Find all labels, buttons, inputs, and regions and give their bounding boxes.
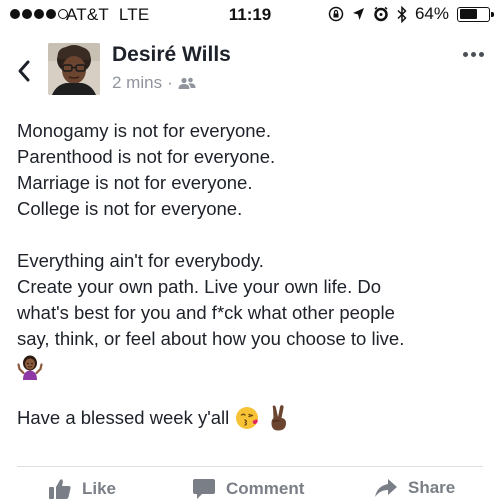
more-dot-icon — [463, 52, 468, 57]
alarm-clock-icon — [374, 6, 388, 22]
rotation-lock-icon — [328, 6, 344, 22]
friends-icon — [178, 77, 196, 89]
location-arrow-icon — [352, 8, 364, 20]
post-timestamp[interactable]: 2 mins — [112, 73, 162, 93]
post-text-line: College is not for everyone. — [17, 198, 243, 219]
woman-shrugging-emoji — [17, 355, 43, 380]
closing-text: Have a blessed week y'all — [17, 407, 230, 428]
more-options-button[interactable] — [459, 48, 488, 61]
profile-photo — [48, 43, 100, 95]
share-label: Share — [408, 478, 456, 497]
author-name[interactable]: Desiré Wills — [112, 43, 231, 67]
more-dot-icon — [479, 52, 484, 57]
post-text-line: Parenthood is not for everyone. — [17, 146, 276, 167]
post-text-line: Create your own path. Live your own life… — [17, 276, 382, 297]
comment-label: Comment — [226, 479, 305, 498]
victory-hand-emoji — [271, 405, 287, 431]
action-divider — [17, 466, 483, 467]
battery-level — [459, 9, 478, 19]
emoji-line — [17, 352, 487, 382]
like-button[interactable]: Like — [48, 478, 116, 500]
back-button[interactable] — [10, 56, 38, 86]
post-text-line: Marriage is not for everyone. — [17, 172, 253, 193]
post-screen: AT&T LTE 11:19 64% Desiré Wills 2 mins ·… — [0, 0, 500, 500]
face-blowing-kiss-emoji — [236, 407, 259, 429]
post-text-line: say, think, or feel about how you choose… — [17, 328, 405, 349]
post-text-line: what's best for you and f*ck what other … — [17, 302, 395, 323]
battery-icon — [457, 6, 494, 22]
like-label: Like — [82, 479, 117, 498]
status-bar: AT&T LTE 11:19 64% — [0, 0, 500, 30]
post-body: Monogamy is not for everyone. Parenthood… — [17, 118, 487, 432]
comment-button[interactable]: Comment — [192, 478, 304, 500]
meta-separator: · — [167, 73, 173, 92]
more-dot-icon — [471, 52, 476, 57]
post-text-line: Everything ain't for everybody. — [17, 250, 264, 271]
avatar[interactable] — [48, 43, 100, 95]
share-button[interactable]: Share — [374, 478, 455, 498]
bluetooth-icon — [397, 5, 407, 23]
post-meta: 2 mins · — [112, 73, 196, 93]
share-arrow-icon — [375, 479, 397, 497]
status-icons: 64% — [328, 4, 494, 24]
battery-percent: 64% — [414, 4, 449, 23]
chevron-left-icon — [18, 60, 30, 82]
post-text-line: Monogamy is not for everyone. — [17, 120, 271, 141]
comment-icon — [193, 479, 215, 499]
action-bar: Like Comment Share — [0, 478, 500, 500]
closing-line: Have a blessed week y'all — [17, 404, 487, 432]
thumbs-up-icon — [49, 479, 71, 499]
